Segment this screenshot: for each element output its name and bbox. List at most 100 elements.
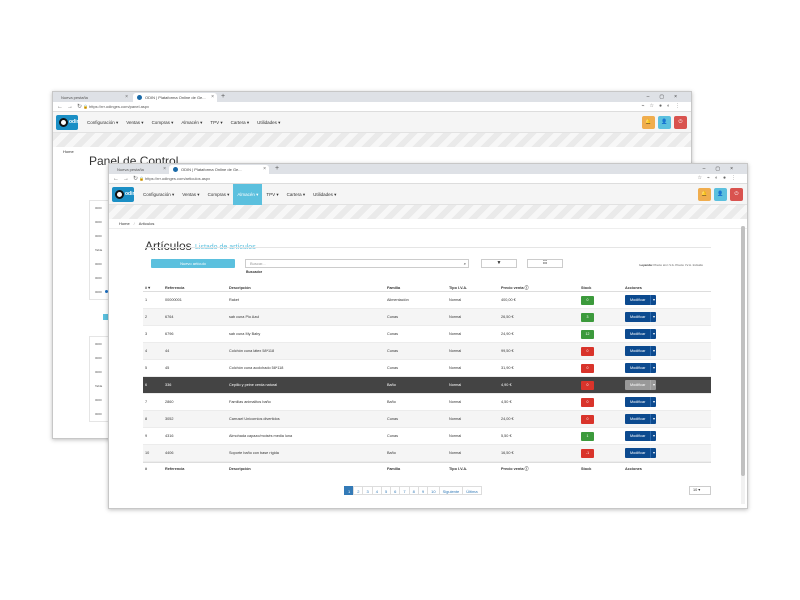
close-icon[interactable]: ×	[125, 93, 128, 102]
new-tab-icon[interactable]: +	[275, 164, 279, 174]
menu-item[interactable]: TPV ▾	[262, 184, 282, 205]
dropdown-caret-icon[interactable]: ▾	[650, 329, 657, 339]
odin-logo[interactable]: odin	[112, 187, 136, 202]
front-browser-window[interactable]: Nueva pestaña × ODIN | Plataforma Online…	[108, 163, 748, 509]
menu-item[interactable]: Cartera ▾	[227, 112, 254, 133]
menu-item[interactable]: Configuración ▾	[83, 112, 122, 133]
column-header[interactable]: Descripción	[229, 284, 387, 291]
modify-button[interactable]: Modificar	[625, 329, 651, 339]
dropdown-caret-icon[interactable]: ▾	[650, 380, 657, 390]
menu-item[interactable]: Compras ▾	[204, 184, 234, 205]
dropdown-caret-icon[interactable]: ▾	[650, 363, 657, 373]
dropdown-caret-icon[interactable]: ▾	[650, 295, 657, 305]
dropdown-caret-icon[interactable]: ▾	[650, 312, 657, 322]
menu-item[interactable]: Utilidades ▾	[253, 112, 284, 133]
new-article-button[interactable]: Nuevo artículo	[151, 259, 235, 268]
menu-item[interactable]: Configuración ▾	[139, 184, 178, 205]
modify-button[interactable]: Modificar	[625, 295, 651, 305]
column-header[interactable]: Precio venta ⓘ	[501, 284, 581, 291]
table-row[interactable]: 3 6796 sab cuna My Baby Cunas Normal 24,90 € 1…	[143, 326, 711, 343]
columns-button[interactable]: ☷	[527, 259, 563, 268]
modify-button-group[interactable]: Modificar ▾	[625, 295, 657, 305]
modify-button-group[interactable]: Modificar ▾	[625, 312, 657, 322]
menu-item[interactable]: TPV ▾	[206, 112, 226, 133]
modify-button[interactable]: Modificar	[625, 431, 651, 441]
dropdown-caret-icon[interactable]: ▾	[650, 431, 657, 441]
column-header[interactable]: Tipo I.V.A.	[449, 284, 501, 291]
nav-arrows-icon[interactable]: ←→↻	[57, 103, 86, 110]
nav-arrows-icon[interactable]: ←→↻	[113, 175, 142, 182]
modify-button[interactable]: Modificar	[625, 363, 651, 373]
modify-button-group[interactable]: Modificar ▾	[625, 346, 657, 356]
page-size-select[interactable]: 10 ▾	[689, 486, 711, 495]
modify-button-group[interactable]: Modificar ▾	[625, 448, 657, 458]
menu-item[interactable]: Ventas ▾	[122, 112, 147, 133]
modify-button-group[interactable]: Modificar ▾	[625, 414, 657, 424]
modify-button[interactable]: Modificar	[625, 312, 651, 322]
extension-icons[interactable]: ⌁☆●◐⋮	[641, 103, 685, 109]
table-row[interactable]: 10 4406 Soporte baño con base rígida Baño No…	[143, 445, 711, 462]
menu-item[interactable]: Almacén ▾	[177, 112, 206, 133]
dropdown-caret-icon[interactable]: ▾	[650, 346, 657, 356]
breadcrumb-home[interactable]: Home	[119, 221, 130, 226]
tab-new[interactable]: Nueva pestaña ×	[55, 93, 131, 102]
table-row[interactable]: 6 336 Cepillo y peine cerda natural Baño Nor…	[143, 377, 711, 394]
modify-button[interactable]: Modificar	[625, 380, 651, 390]
user-icon[interactable]: 👤	[658, 116, 671, 129]
page-link[interactable]: Siguiente	[438, 486, 464, 495]
modify-button[interactable]: Modificar	[625, 397, 651, 407]
menu-item[interactable]: Compras ▾	[148, 112, 178, 133]
column-header[interactable]: # ▾	[143, 284, 165, 291]
table-row[interactable]: 1 00000001 Raket Alimentación Normal 400,00 €…	[143, 292, 711, 309]
power-icon[interactable]: ⏻	[730, 188, 743, 201]
column-header[interactable]: Referencia	[165, 284, 229, 291]
modify-button-group[interactable]: Modificar ▾	[625, 363, 657, 373]
new-tab-icon[interactable]: +	[221, 92, 225, 102]
page-link[interactable]: Última	[462, 486, 482, 495]
modify-button-group[interactable]: Modificar ▾	[625, 380, 657, 390]
column-header[interactable]: Stock	[581, 284, 625, 291]
bell-icon[interactable]: 🔔	[698, 188, 711, 201]
dropdown-caret-icon[interactable]: ▾	[650, 448, 657, 458]
window-controls[interactable]: –▢×	[703, 164, 743, 174]
extension-icons[interactable]: ☆⌁◐●⋮	[697, 175, 741, 181]
menu-item[interactable]: Utilidades ▾	[309, 184, 340, 205]
close-icon[interactable]: ×	[211, 93, 214, 102]
dropdown-caret-icon[interactable]: ▾	[650, 397, 657, 407]
odin-logo[interactable]: odin	[56, 115, 80, 130]
tab-odin[interactable]: ODIN | Plataforma Online de Ge... ×	[133, 93, 217, 102]
dropdown-caret-icon[interactable]: ▾	[650, 414, 657, 424]
tab-odin[interactable]: ODIN | Plataforma Online de Ge... ×	[169, 165, 269, 174]
modify-button-group[interactable]: Modificar ▾	[625, 431, 657, 441]
menu-item[interactable]: Almacén ▾	[233, 184, 263, 205]
power-icon[interactable]: ⏻	[674, 116, 687, 129]
table-row[interactable]: 7 2860 Familias animalitos baño Baño Normal 4…	[143, 394, 711, 411]
modify-button-group[interactable]: Modificar ▾	[625, 329, 657, 339]
close-icon[interactable]: ×	[263, 165, 266, 174]
filter-button[interactable]: ▼	[481, 259, 517, 268]
table-row[interactable]: 4 44 Colchón cuna látex 58*118 Cunas Normal 9…	[143, 343, 711, 360]
menu-item[interactable]: Cartera ▾	[283, 184, 310, 205]
menu-item[interactable]: Ventas ▾	[178, 184, 203, 205]
table-row[interactable]: 9 4316 Almohada capazo/moisés media luna Cu…	[143, 428, 711, 445]
user-icon[interactable]: 👤	[714, 188, 727, 201]
url-field[interactable]: 🔒 https://rrr.odinges.com/panel.aspx	[83, 103, 149, 111]
column-header[interactable]: Familia	[387, 284, 449, 291]
close-icon[interactable]: ×	[163, 165, 166, 174]
row-family: Alimentación	[387, 298, 409, 302]
modify-button-group[interactable]: Modificar ▾	[625, 397, 657, 407]
table-row[interactable]: 2 6764 sab cuna Pio Azul Cunas Normal 26,50 €…	[143, 309, 711, 326]
column-header[interactable]: Acciones	[625, 284, 711, 291]
url-field[interactable]: 🔒 https://rrr.odinges.com/articulos.aspx	[139, 175, 210, 183]
tab-new[interactable]: Nueva pestaña ×	[111, 165, 169, 174]
search-input[interactable]: Buscar... ⌕	[245, 259, 469, 268]
table-row[interactable]: 5 45 Colchón cuna acolchado 58*118 Cunas Nor…	[143, 360, 711, 377]
modify-button[interactable]: Modificar	[625, 414, 651, 424]
modify-button[interactable]: Modificar	[625, 448, 651, 458]
scrollbar[interactable]	[741, 226, 745, 504]
bell-icon[interactable]: 🔔	[642, 116, 655, 129]
table-row[interactable]: 8 3052 Carrusel Unicornios divertidos Cunas…	[143, 411, 711, 428]
modify-button[interactable]: Modificar	[625, 346, 651, 356]
search-icon[interactable]: ⌕	[464, 260, 466, 267]
window-controls[interactable]: –▢×	[647, 92, 687, 102]
